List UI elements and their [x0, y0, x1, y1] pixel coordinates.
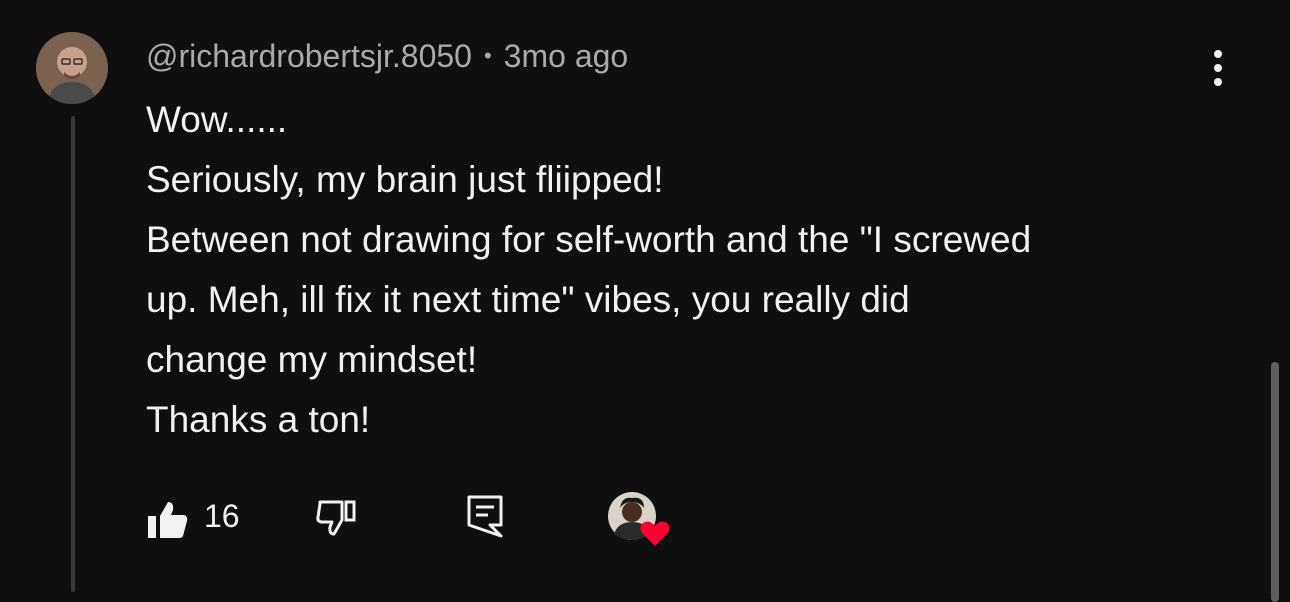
author-name[interactable]: @richardrobertsjr.8050	[146, 38, 472, 75]
more-options-button[interactable]	[1200, 44, 1236, 92]
comment-line: Thanks a ton!	[146, 399, 371, 440]
comment-line: Seriously, my brain just fliipped!	[146, 159, 664, 200]
comment-header: @richardrobertsjr.8050 • 3mo ago	[146, 36, 628, 76]
reply-comment-icon	[467, 495, 503, 538]
like-button[interactable]	[146, 500, 190, 540]
comment-line: Wow......	[146, 99, 288, 140]
dislike-button[interactable]	[314, 498, 358, 538]
more-vert-icon	[1214, 50, 1222, 86]
comment-line: Between not drawing for self-worth and t…	[146, 219, 1032, 260]
thread-line	[71, 116, 75, 592]
thumbs-down-icon	[316, 500, 356, 536]
comment-thread: @richardrobertsjr.8050 • 3mo ago Wow....…	[0, 0, 1290, 602]
comment-text: Wow...... Seriously, my brain just fliip…	[146, 90, 1236, 450]
comment-line: up. Meh, ill fix it next time" vibes, yo…	[146, 279, 910, 320]
header-separator: •	[483, 43, 492, 68]
creator-heart-badge	[608, 490, 672, 548]
like-count: 16	[204, 498, 240, 534]
comment-timestamp[interactable]: 3mo ago	[504, 38, 629, 75]
comment-line: change my mindset!	[146, 339, 478, 380]
creator-heart-icon	[640, 521, 670, 546]
reply-button[interactable]	[466, 494, 504, 538]
scrollbar[interactable]	[1271, 362, 1279, 602]
author-avatar[interactable]	[36, 32, 108, 104]
thumbs-up-icon	[148, 502, 188, 538]
